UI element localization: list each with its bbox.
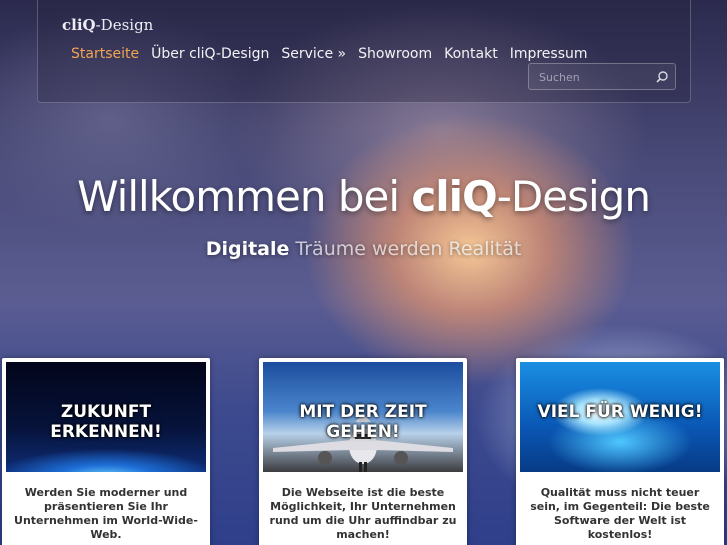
card-text: Werden Sie moderner und präsentieren Sie…: [14, 486, 198, 541]
logo-suffix: -Design: [95, 16, 154, 34]
hero-title: Willkommen bei cliQ-Design: [0, 172, 727, 221]
feature-card-3[interactable]: VIEL FÜR WENIG! Qualität muss nicht teue…: [516, 358, 724, 545]
card-image-airplane[interactable]: MIT DER ZEIT GEHEN!: [263, 362, 463, 472]
hero-subtitle-light: Träume werden Realität: [289, 238, 522, 260]
card-text: Qualität muss nicht teuer sein, im Gegen…: [530, 486, 710, 541]
logo-brand: cliQ: [62, 16, 96, 34]
menu-item-impressum[interactable]: Impressum: [510, 46, 588, 62]
card-image-earth[interactable]: ZUKUNFT ERKENNEN!: [6, 362, 206, 472]
menu-item-kontakt[interactable]: Kontakt: [444, 46, 498, 62]
hero-subtitle-strong: Digitale: [205, 238, 290, 260]
hero-subtitle: Digitale Träume werden Realität: [0, 238, 727, 260]
hero-title-suffix: -Design: [496, 172, 651, 221]
main-menu: Startseite Über cliQ-Design Service » Sh…: [71, 46, 600, 62]
hero-title-prefix: Willkommen bei: [77, 172, 412, 221]
card-image-label: ZUKUNFT ERKENNEN!: [50, 402, 162, 442]
search-box: [528, 63, 676, 90]
menu-item-showroom[interactable]: Showroom: [358, 46, 432, 62]
card-image-label: VIEL FÜR WENIG!: [537, 402, 703, 422]
search-icon[interactable]: [655, 69, 669, 83]
menu-item-service[interactable]: Service »: [281, 46, 346, 62]
card-text: Die Webseite ist die beste Möglichkeit, …: [269, 486, 457, 541]
menu-item-ueber[interactable]: Über cliQ-Design: [151, 46, 269, 62]
card-image-label: MIT DER ZEIT GEHEN!: [299, 402, 427, 442]
menu-item-startseite[interactable]: Startseite: [71, 46, 139, 62]
feature-card-2[interactable]: MIT DER ZEIT GEHEN! Die Webseite ist die…: [259, 358, 467, 545]
site-logo[interactable]: cliQ-Design: [62, 16, 153, 34]
search-input[interactable]: [539, 68, 649, 86]
card-image-water-splash[interactable]: VIEL FÜR WENIG!: [520, 362, 720, 472]
hero-title-brand: cliQ: [411, 172, 497, 221]
feature-card-1[interactable]: ZUKUNFT ERKENNEN! Werden Sie moderner un…: [2, 358, 210, 545]
